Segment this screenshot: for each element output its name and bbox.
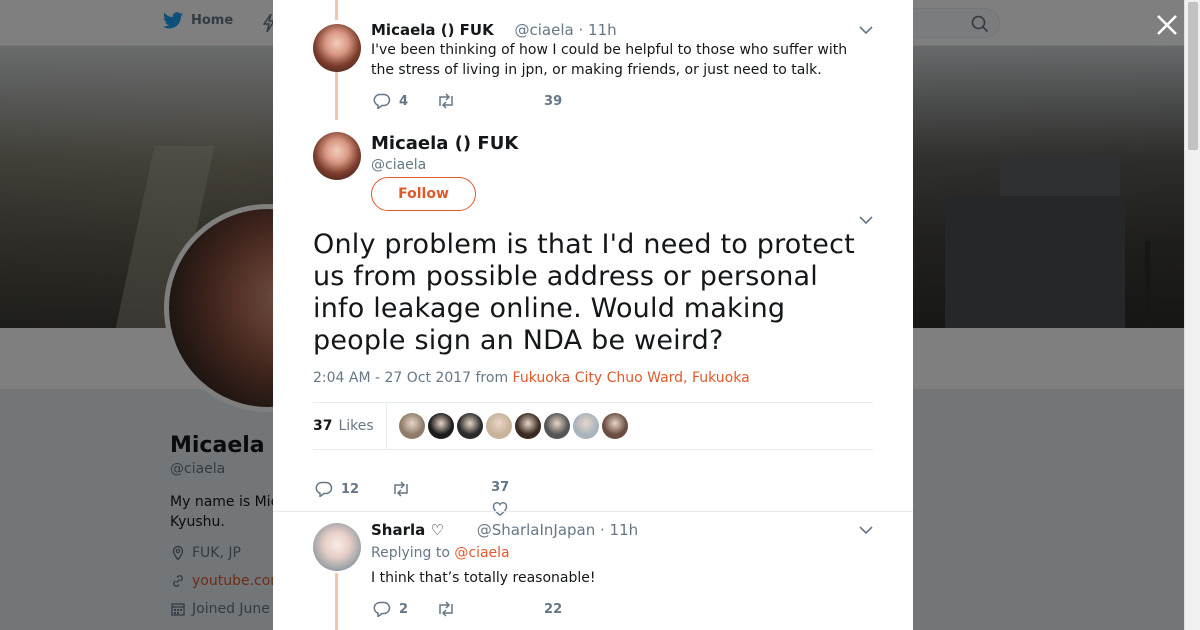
main-user-handle[interactable]: @ciaela [371, 157, 426, 173]
retweet-icon [394, 481, 408, 497]
liker-avatar[interactable] [485, 413, 512, 439]
chevron-down-icon[interactable] [859, 215, 873, 225]
tweet-actions: 2 22 [373, 601, 562, 617]
avatar[interactable] [313, 132, 361, 180]
likes-label: Likes [338, 418, 374, 434]
tweet-text: I think that’s totally reasonable! [371, 570, 596, 586]
liker-avatar[interactable] [456, 413, 483, 439]
liker-avatar[interactable] [514, 413, 541, 439]
liker-avatar[interactable] [572, 413, 599, 439]
main-tweet-actions: 12 37 [315, 462, 509, 516]
avatar[interactable] [313, 24, 361, 72]
replying-to: Replying to @ciaela [371, 545, 510, 561]
retweet-button[interactable] [391, 481, 411, 497]
likes-summary[interactable]: 37 Likes [313, 403, 387, 449]
main-user-name[interactable]: Micaela () FUK [371, 133, 518, 154]
like-count: 37 [491, 480, 510, 495]
reply-count: 12 [341, 481, 360, 497]
retweet-button[interactable] [436, 601, 456, 617]
replying-to-handle[interactable]: @ciaela [454, 545, 509, 561]
reply-count: 2 [399, 601, 409, 617]
tweet-location[interactable]: Fukuoka City Chuo Ward, Fukuoka [513, 370, 750, 386]
like-count: 39 [544, 93, 563, 109]
tweet-header: Sharla ♡ @SharlaInJapan · 11h [371, 521, 639, 539]
timestamp-text[interactable]: 2:04 AM - 27 Oct 2017 from [313, 370, 508, 386]
chevron-down-icon[interactable] [859, 525, 873, 535]
tweet-header: Micaela () FUK @ciaela · 11h [371, 21, 617, 39]
reply-button[interactable]: 4 [373, 93, 408, 109]
scrollbar[interactable] [1184, 0, 1200, 630]
liker-avatars [387, 413, 628, 439]
tweet-timestamp: 2:04 AM - 27 Oct 2017 from Fukuoka City … [313, 370, 750, 386]
retweet-button[interactable] [436, 93, 456, 109]
tweet-text: I've been thinking of how I could be hel… [371, 42, 848, 78]
user-handle[interactable]: @SharlaInJapan [477, 521, 596, 539]
like-button[interactable]: 39 [544, 94, 562, 109]
reply-icon [373, 93, 391, 109]
tweet-actions: 4 39 [373, 93, 562, 109]
chevron-down-icon[interactable] [859, 25, 873, 35]
likes-row: 37 Likes [313, 403, 873, 449]
close-icon[interactable] [1154, 12, 1180, 38]
reply-button[interactable]: 12 [315, 481, 359, 497]
main-tweet-text: Only problem is that I'd need to protect… [313, 229, 855, 356]
avatar[interactable] [313, 523, 361, 571]
reply-icon [315, 481, 333, 497]
user-name[interactable]: Micaela () FUK [371, 21, 494, 39]
replying-prefix: Replying to [371, 545, 450, 561]
like-count: 22 [544, 601, 563, 617]
reply-icon [373, 601, 391, 617]
user-handle[interactable]: @ciaela [515, 21, 574, 39]
tweet-time[interactable]: 11h [610, 521, 639, 539]
scrollbar-thumb[interactable] [1188, 2, 1198, 150]
liker-avatar[interactable] [543, 413, 570, 439]
liker-avatar[interactable] [398, 413, 425, 439]
liker-avatar[interactable] [427, 413, 454, 439]
reply-button[interactable]: 2 [373, 601, 408, 617]
user-name[interactable]: Sharla ♡ [371, 521, 444, 539]
likes-total: 37 [313, 418, 333, 434]
liker-avatar[interactable] [601, 413, 628, 439]
heart-icon [492, 502, 508, 516]
follow-button[interactable]: Follow [371, 177, 476, 211]
tweet-modal: Micaela () FUK @ciaela · 11h I've been t… [273, 0, 913, 630]
like-button[interactable]: 22 [544, 602, 562, 617]
tweet-time[interactable]: 11h [588, 21, 617, 39]
retweet-icon [439, 601, 453, 617]
reply-count: 4 [399, 93, 409, 109]
retweet-icon [439, 93, 453, 109]
